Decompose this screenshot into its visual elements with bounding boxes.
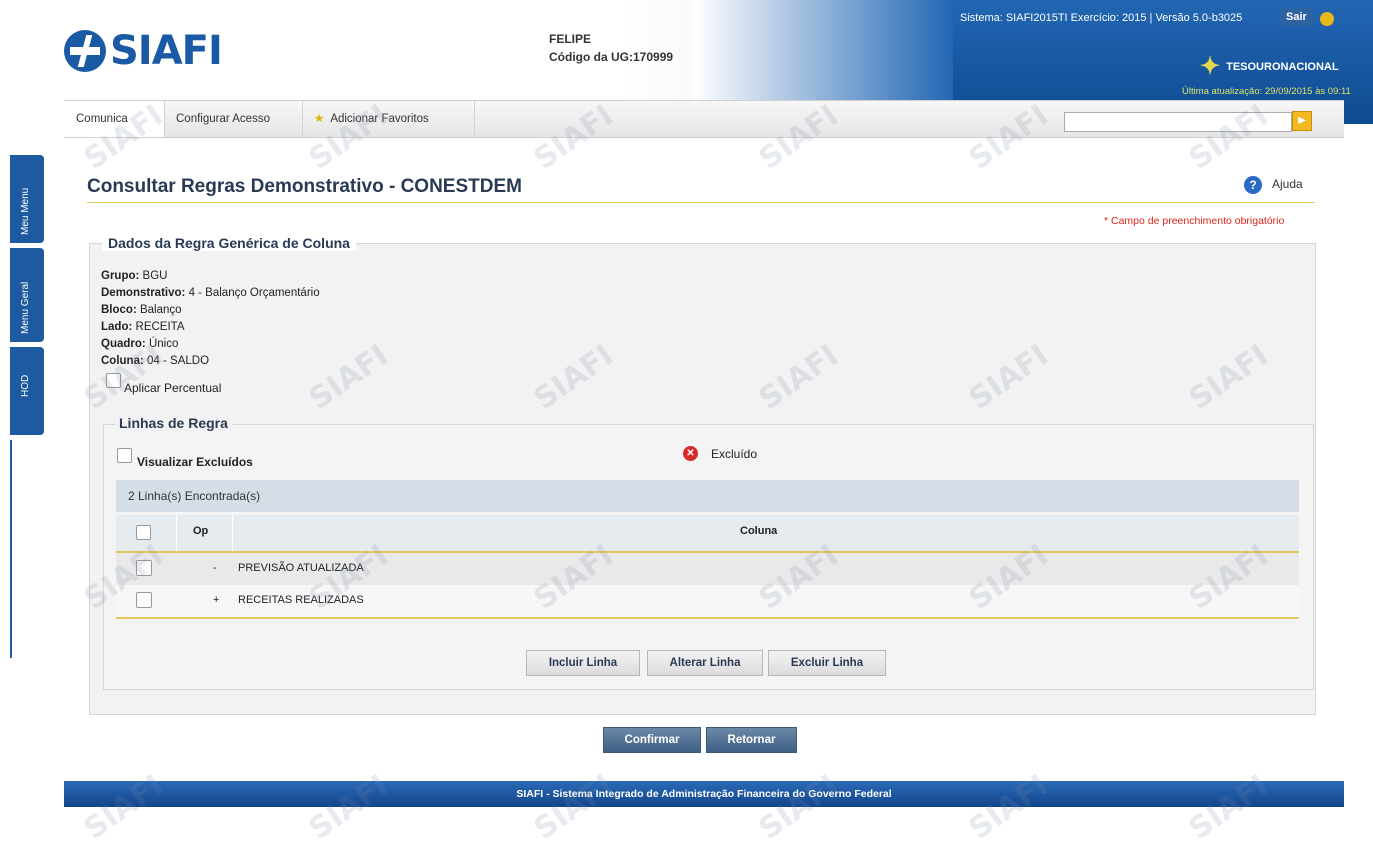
column-header-op[interactable]: Op — [193, 525, 208, 537]
table-row[interactable]: + RECEITAS REALIZADAS — [116, 585, 1299, 619]
field-quadro: Quadro: Único — [101, 338, 178, 350]
field-coluna-label: Coluna: — [101, 355, 144, 367]
watermark-logo: SIAFI — [302, 768, 395, 847]
visualizar-excluidos-label: Visualizar Excluídos — [137, 455, 253, 469]
siafi-logo: SIAFI — [64, 28, 223, 74]
aplicar-percentual-label: Aplicar Percentual — [124, 381, 222, 395]
row-op: + — [213, 594, 220, 606]
sidetab-meu-menu[interactable]: Meu Menu — [10, 155, 44, 243]
ug-label: Código da UG: — [549, 50, 633, 64]
retornar-button[interactable]: Retornar — [706, 727, 797, 753]
field-quadro-label: Quadro: — [101, 338, 146, 350]
row-checkbox[interactable] — [136, 560, 152, 576]
star-icon: ★ — [314, 113, 325, 125]
sidetab-hod[interactable]: HOD — [10, 347, 44, 435]
incluir-linha-button[interactable]: Incluir Linha — [526, 650, 640, 676]
sair-button[interactable]: Sair — [1280, 8, 1313, 26]
menu-bar: Comunica Configurar Acesso ★ Adicionar Fa… — [64, 100, 1344, 138]
sidetab-meu-menu-label: Meu Menu — [20, 187, 31, 235]
alterar-linha-button[interactable]: Alterar Linha — [647, 650, 763, 676]
grid-count-text: 2 Linha(s) Encontrada(s) — [128, 489, 261, 503]
required-note: * Campo de preenchimento obrigatório — [1104, 215, 1285, 227]
select-all-checkbox[interactable] — [136, 525, 151, 540]
tesouro-star-icon: ✦ — [1200, 53, 1221, 80]
table-row[interactable]: - PREVISÃO ATUALIZADA — [116, 553, 1299, 585]
search-go-button[interactable]: ▶ — [1292, 111, 1312, 131]
excluir-linha-button[interactable]: Excluir Linha — [768, 650, 886, 676]
field-bloco: Bloco: Balanço — [101, 304, 182, 316]
siafi-logo-icon — [64, 30, 106, 72]
menu-item-comunica[interactable]: Comunica — [64, 101, 165, 137]
menu-search-input[interactable] — [1064, 112, 1292, 132]
exit-icon[interactable] — [1320, 12, 1334, 26]
dados-legend: Dados da Regra Genérica de Coluna — [102, 235, 356, 251]
column-header-coluna[interactable]: Coluna — [740, 525, 777, 537]
field-demonstrativo-label: Demonstrativo: — [101, 287, 186, 299]
watermark-logo: SIAFI — [77, 768, 170, 847]
system-info: Sistema: SIAFI2015TI Exercício: 2015 | V… — [960, 12, 1243, 24]
last-update: Última atualização: 29/09/2015 às 09:11 — [1182, 86, 1351, 97]
excluido-icon: ✕ — [683, 446, 698, 461]
excluido-legend-label: Excluído — [711, 447, 758, 461]
field-grupo-value: BGU — [142, 270, 168, 282]
sidetab-hod-label: HOD — [20, 374, 31, 397]
field-lado-value: RECEITA — [135, 321, 185, 333]
field-demonstrativo: Demonstrativo: 4 - Balanço Orçamentário — [101, 287, 320, 299]
field-bloco-value: Balanço — [139, 304, 182, 316]
linhas-legend: Linhas de Regra — [115, 415, 232, 431]
grid-count-bar — [116, 480, 1299, 512]
confirmar-button[interactable]: Confirmar — [603, 727, 701, 753]
ug-info: Código da UG:170999 — [549, 48, 673, 66]
sidetab-menu-geral[interactable]: Menu Geral — [10, 248, 44, 342]
menu-item-configurar-acesso[interactable]: Configurar Acesso — [164, 101, 303, 137]
watermark-logo: SIAFI — [752, 768, 845, 847]
watermark-logo: SIAFI — [962, 768, 1055, 847]
field-bloco-label: Bloco: — [101, 304, 137, 316]
row-coluna: RECEITAS REALIZADAS — [238, 594, 364, 606]
row-op: - — [213, 562, 217, 574]
watermark-logo: SIAFI — [1182, 768, 1275, 847]
field-lado: Lado: RECEITA — [101, 321, 185, 333]
adicionar-favoritos-label: Adicionar Favoritos — [330, 113, 429, 125]
column-separator — [232, 515, 233, 551]
help-link[interactable]: Ajuda — [1272, 177, 1303, 191]
field-demonstrativo-value: 4 - Balanço Orçamentário — [188, 287, 320, 299]
grid-column-header — [116, 515, 1299, 553]
aplicar-percentual-checkbox[interactable] — [106, 373, 121, 388]
field-grupo: Grupo: BGU — [101, 270, 167, 282]
field-coluna-value: 04 - SALDO — [147, 355, 210, 367]
sidetab-menu-geral-label: Menu Geral — [20, 281, 31, 334]
field-quadro-value: Único — [148, 338, 179, 350]
user-info: FELIPE Código da UG:170999 — [549, 30, 673, 66]
siafi-logo-text: SIAFI — [110, 28, 223, 74]
watermark-logo: SIAFI — [527, 768, 620, 847]
row-checkbox[interactable] — [136, 592, 152, 608]
row-coluna: PREVISÃO ATUALIZADA — [238, 562, 364, 574]
ug-code: 170999 — [633, 50, 674, 64]
field-lado-label: Lado: — [101, 321, 133, 333]
sidetab-rail — [10, 440, 12, 658]
field-coluna: Coluna: 04 - SALDO — [101, 355, 209, 367]
tesouro-logo: ✦ TESOURONACIONAL — [1200, 52, 1339, 81]
footer-bar: SIAFI - Sistema Integrado de Administraç… — [64, 781, 1344, 807]
visualizar-excluidos-checkbox[interactable] — [117, 448, 132, 463]
tesouro-label: TESOURONACIONAL — [1226, 60, 1339, 73]
page-title: Consultar Regras Demonstrativo - CONESTD… — [87, 176, 522, 197]
field-grupo-label: Grupo: — [101, 270, 140, 282]
user-name: FELIPE — [549, 32, 592, 46]
title-divider — [87, 202, 1315, 203]
menu-item-adicionar-favoritos[interactable]: ★ Adicionar Favoritos — [302, 101, 475, 137]
help-icon[interactable]: ? — [1244, 176, 1262, 194]
column-separator — [176, 515, 177, 551]
